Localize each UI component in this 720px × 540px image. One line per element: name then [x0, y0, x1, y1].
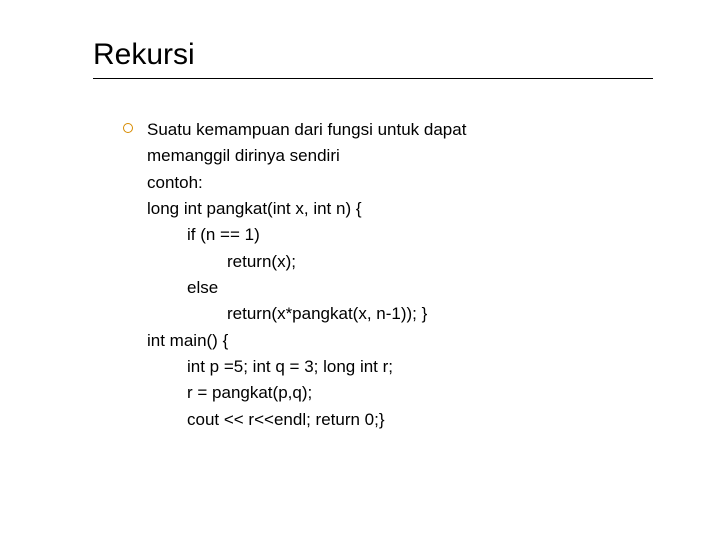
code-line: return(x);: [147, 249, 466, 275]
code-line: memanggil dirinya sendiri: [147, 143, 466, 169]
bullet-content: Suatu kemampuan dari fungsi untuk dapatm…: [147, 117, 466, 433]
code-line: contoh:: [147, 170, 466, 196]
slide-title: Rekursi: [93, 38, 720, 72]
code-line: int p =5; int q = 3; long int r;: [147, 354, 466, 380]
slide: Rekursi Suatu kemampuan dari fungsi untu…: [0, 0, 720, 433]
code-line: r = pangkat(p,q);: [147, 380, 466, 406]
slide-body: Suatu kemampuan dari fungsi untuk dapatm…: [93, 117, 720, 433]
code-line: if (n == 1): [147, 222, 466, 248]
code-line: else: [147, 275, 466, 301]
title-underline: [93, 78, 653, 79]
code-line: long int pangkat(int x, int n) {: [147, 196, 466, 222]
code-line: int main() {: [147, 328, 466, 354]
bullet-item: Suatu kemampuan dari fungsi untuk dapatm…: [123, 117, 720, 433]
code-line: return(x*pangkat(x, n-1)); }: [147, 301, 466, 327]
bullet-icon: [123, 123, 133, 133]
code-line: cout << r<<endl; return 0;}: [147, 407, 466, 433]
code-line: Suatu kemampuan dari fungsi untuk dapat: [147, 117, 466, 143]
